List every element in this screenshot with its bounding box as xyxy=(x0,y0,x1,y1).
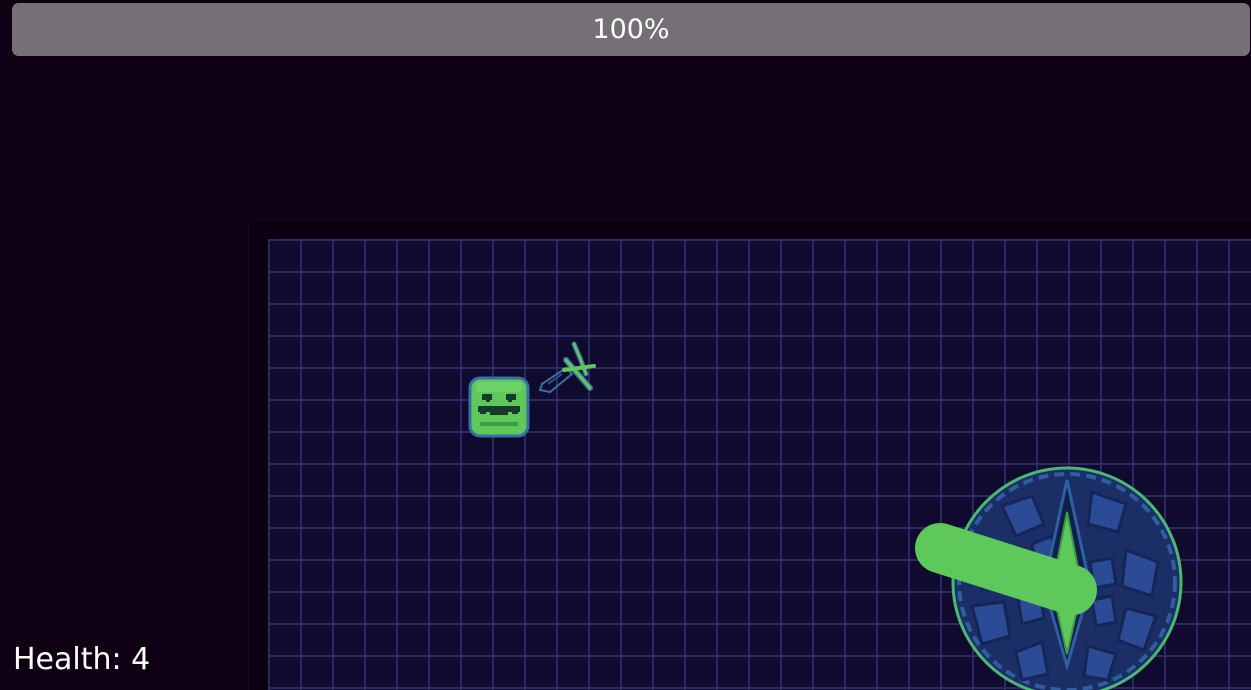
wave-progress-label: 100% xyxy=(592,14,670,45)
player-slime-icon xyxy=(468,376,530,438)
wave-progress-bar: 100% xyxy=(12,3,1250,56)
sword-icon xyxy=(538,341,596,394)
game-canvas[interactable]: 100% Health: 4 xyxy=(0,0,1251,690)
health-counter: Health: 4 xyxy=(13,642,151,677)
boss-spiked-shell-icon xyxy=(915,466,1183,690)
